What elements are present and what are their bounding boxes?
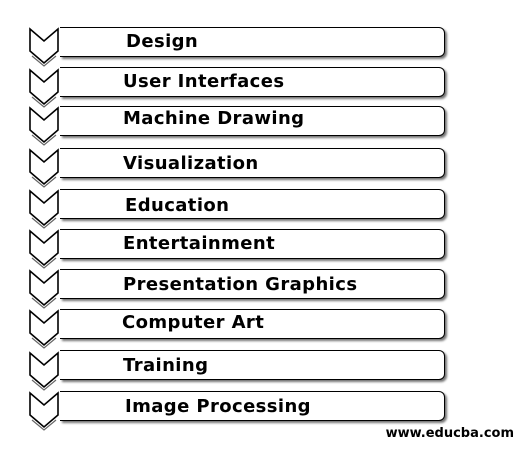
list-item: Visualization [0,143,525,188]
watermark-text: www.educba.com [385,426,514,441]
list-item-label: Presentation Graphics [123,274,358,295]
list-item-label: Training [123,355,209,376]
list-item: User Interfaces [0,63,525,108]
list-item-bar [60,27,445,57]
chevron-down-icon [29,391,59,431]
list-item: Computer Art [0,304,525,349]
list-item: Image Processing [0,386,525,431]
list-item: Education [0,184,525,229]
list-item-label: Entertainment [123,233,276,254]
chevron-list-diagram: Design User Interfaces Machine Drawing V… [0,0,525,452]
list-item-label: Image Processing [125,396,311,417]
list-item-label: Education [125,195,230,216]
list-item-bar [60,350,445,380]
list-item-label: Visualization [123,153,259,174]
list-item: Machine Drawing [0,101,525,146]
list-item: Design [0,22,525,67]
list-item-label: Machine Drawing [123,108,305,129]
list-item-label: Computer Art [122,312,265,333]
chevron-down-icon [29,148,59,188]
list-rows: Design User Interfaces Machine Drawing V… [0,0,525,452]
chevron-down-icon [29,27,59,67]
list-item: Entertainment [0,224,525,269]
list-item-bar [60,189,445,219]
list-item: Training [0,346,525,391]
chevron-down-icon [29,106,59,146]
list-item-label: User Interfaces [123,71,285,92]
chevron-down-icon [29,309,59,349]
list-item: Presentation Graphics [0,264,525,309]
list-item-label: Design [126,31,199,52]
